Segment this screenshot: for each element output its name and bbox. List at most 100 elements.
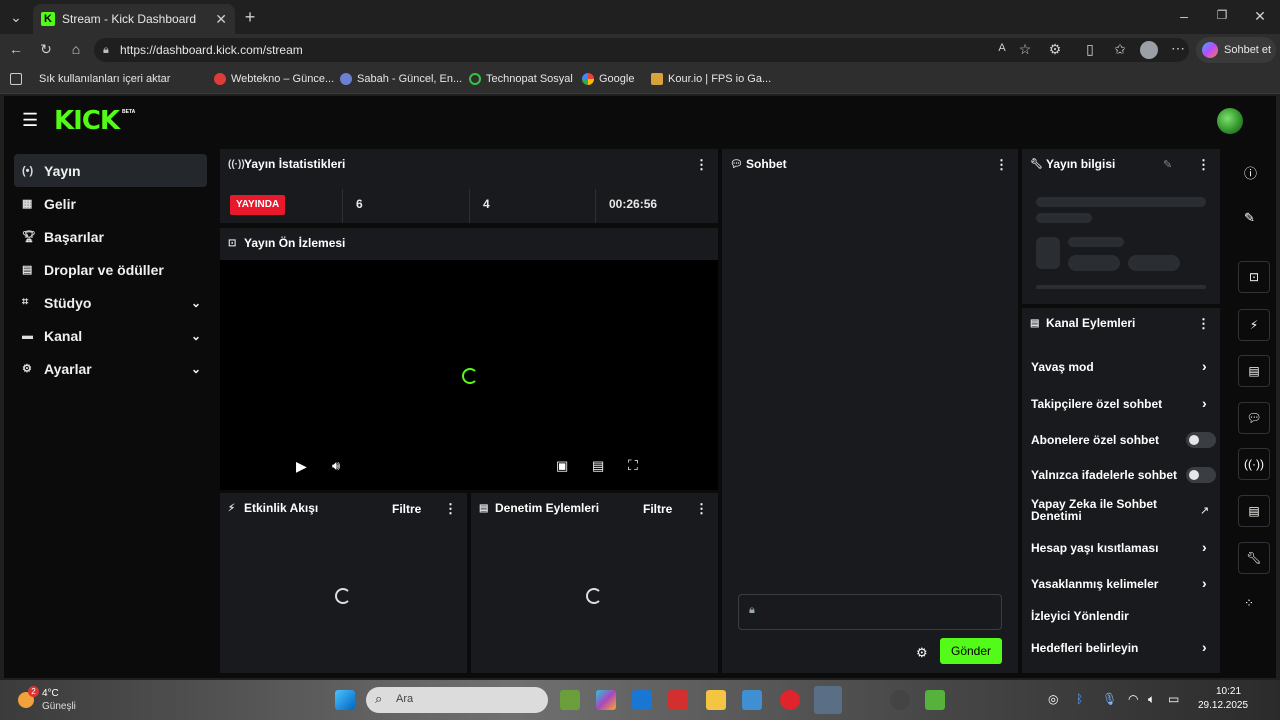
microphone-icon[interactable]: 🎙︎ — [1102, 692, 1117, 706]
rail-stream-info-button[interactable]: 🔧︎ — [1238, 542, 1270, 574]
refresh-icon[interactable]: ↻ — [36, 41, 56, 58]
tab-list-chevron-icon[interactable]: ⌄ — [6, 9, 26, 26]
speaker-icon[interactable]: 🔈︎ — [1148, 692, 1155, 707]
close-tab-icon[interactable]: ✕ — [215, 11, 227, 28]
picture-in-picture-icon[interactable]: ▣ — [556, 458, 568, 474]
sidebar-item-ayarlar[interactable]: ⚙ Ayarlar ⌄ — [14, 352, 207, 385]
rail-chat-button[interactable]: 💬︎ — [1238, 402, 1270, 434]
set-goals-item[interactable]: Hedefleri belirleyin — [1031, 641, 1138, 655]
more-menu-icon[interactable]: ⋯ — [1168, 40, 1188, 57]
activity-filter-button[interactable]: Filtre — [392, 502, 421, 516]
edit-icon[interactable]: ✎ — [1244, 210, 1255, 226]
sidebar-item-basarilar[interactable]: 🏆︎ Başarılar — [14, 220, 207, 253]
game-icon[interactable] — [925, 690, 945, 710]
rail-stats-button[interactable]: ((·)) — [1238, 448, 1270, 480]
rail-preview-button[interactable]: ⊡ — [1238, 261, 1270, 293]
edge-browser-icon[interactable] — [814, 686, 842, 714]
chevron-right-icon[interactable]: › — [1202, 395, 1207, 411]
play-icon[interactable]: ▶ — [296, 458, 307, 475]
channel-actions-more-icon[interactable]: ⋮ — [1197, 316, 1210, 332]
chat-settings-gear-icon[interactable]: ⚙ — [916, 645, 928, 661]
bookmark-google[interactable]: Google — [582, 73, 634, 85]
back-icon[interactable]: ← — [6, 41, 26, 57]
steam-icon[interactable] — [890, 690, 910, 710]
fullscreen-icon[interactable]: ⛶ — [628, 457, 638, 474]
ai-moderation-item[interactable]: Yapay Zeka ile Sohbet Denetimi — [1031, 498, 1171, 522]
slow-mode-item[interactable]: Yavaş mod — [1031, 360, 1094, 374]
raid-viewers-item[interactable]: İzleyici Yönlendir — [1031, 609, 1129, 623]
chat-input[interactable]: 🔒︎ — [738, 594, 1002, 630]
chat-more-icon[interactable]: ⋮ — [995, 157, 1008, 173]
chevron-right-icon[interactable]: › — [1202, 639, 1207, 655]
banned-words-item[interactable]: Yasaklanmış kelimeler — [1031, 577, 1158, 591]
minimize-icon[interactable]: – — [1174, 8, 1194, 24]
stats-more-icon[interactable]: ⋮ — [695, 157, 708, 173]
followers-only-item[interactable]: Takipçilere özel sohbet — [1031, 397, 1162, 411]
external-link-icon[interactable]: ↗ — [1200, 504, 1209, 517]
read-aloud-icon[interactable]: A — [992, 42, 1012, 54]
bookmarks-bar: Sık kullanılanları içeri aktar Webtekno … — [0, 66, 1280, 94]
wifi-icon[interactable]: ◠ — [1128, 692, 1138, 706]
file-explorer-icon[interactable] — [706, 690, 726, 710]
moderation-more-icon[interactable]: ⋮ — [695, 501, 708, 517]
copilot-app-icon[interactable] — [596, 690, 616, 710]
chevron-right-icon[interactable]: › — [1202, 539, 1207, 555]
close-window-icon[interactable]: ✕ — [1250, 8, 1270, 25]
bookmark-import-favorites[interactable]: Sık kullanılanları içeri aktar — [10, 73, 170, 85]
sidebar-item-kanal[interactable]: ▬ Kanal ⌄ — [14, 319, 207, 352]
volume-icon[interactable]: 🔊︎ — [332, 458, 340, 474]
rail-activity-button[interactable]: ⚡︎ — [1238, 309, 1270, 341]
stream-info-more-icon[interactable]: ⋮ — [1197, 157, 1210, 173]
bookmark-webtekno[interactable]: Webtekno – Günce... — [214, 73, 334, 85]
more-widgets-icon[interactable]: ⁘ — [1244, 596, 1254, 610]
new-tab-button[interactable]: + — [240, 7, 260, 28]
sidebar-item-gelir[interactable]: ▦ Gelir — [14, 187, 207, 220]
extensions-icon[interactable]: ⚙ — [1045, 41, 1065, 58]
clock-time[interactable]: 10:21 — [1216, 686, 1241, 697]
moderation-filter-button[interactable]: Filtre — [643, 502, 672, 516]
photos-icon[interactable] — [742, 690, 762, 710]
split-screen-icon[interactable]: ▯ — [1080, 41, 1100, 58]
battery-icon[interactable]: ▭ — [1168, 692, 1179, 706]
video-player[interactable]: ▶ 🔊︎ ▣ ▤ ⛶ — [220, 260, 718, 490]
taskbar-search[interactable]: ⌕ Ara — [366, 687, 548, 713]
account-age-item[interactable]: Hesap yaşı kısıtlaması — [1031, 541, 1158, 555]
rail-channel-actions-button[interactable]: ▤ — [1238, 495, 1270, 527]
subscribers-only-toggle[interactable] — [1186, 432, 1216, 448]
theater-mode-icon[interactable]: ▤ — [592, 458, 604, 474]
kick-logo[interactable]: KICK — [54, 106, 120, 136]
browser-tab-active[interactable]: K Stream - Kick Dashboard ✕ — [33, 4, 235, 34]
app-l-icon[interactable] — [668, 690, 688, 710]
info-icon[interactable]: ⓘ — [1244, 163, 1257, 182]
favorites-icon[interactable]: ✩ — [1110, 41, 1130, 58]
minecraft-icon[interactable] — [560, 690, 580, 710]
send-button[interactable]: Gönder — [940, 638, 1002, 664]
copilot-button[interactable]: Sohbet et — [1196, 37, 1276, 63]
chevron-right-icon[interactable]: › — [1202, 358, 1207, 374]
opera-icon[interactable] — [780, 690, 800, 710]
weather-widget[interactable]: 2 4°C Güneşli — [16, 686, 96, 714]
rail-log-button[interactable]: ▤ — [1238, 355, 1270, 387]
windows-start-icon[interactable] — [335, 690, 355, 710]
emote-only-toggle[interactable] — [1186, 467, 1216, 483]
home-icon[interactable]: ⌂ — [66, 41, 86, 57]
profile-avatar[interactable] — [1140, 41, 1158, 59]
user-avatar[interactable] — [1217, 108, 1243, 134]
bookmark-technopat[interactable]: Technopat Sosyal — [469, 73, 573, 85]
edit-pencil-icon[interactable]: ✎ — [1163, 158, 1172, 171]
follower-count: 4 — [483, 197, 490, 211]
clock-date[interactable]: 29.12.2025 — [1198, 700, 1248, 711]
bluetooth-icon[interactable]: ᛒ — [1076, 692, 1083, 706]
sidebar-item-droplar[interactable]: ▤ Droplar ve ödüller — [14, 253, 207, 286]
chevron-right-icon[interactable]: › — [1202, 575, 1207, 591]
store-icon[interactable] — [632, 690, 652, 710]
maximize-icon[interactable]: ❐ — [1212, 8, 1232, 22]
bookmark-kour[interactable]: Kour.io | FPS io Ga... — [651, 73, 771, 85]
tray-obs-icon[interactable]: ◎ — [1048, 692, 1058, 706]
hamburger-menu-icon[interactable]: ☰ — [22, 110, 38, 131]
favorite-star-icon[interactable]: ☆ — [1015, 41, 1035, 58]
activity-more-icon[interactable]: ⋮ — [444, 501, 457, 517]
bookmark-sabah[interactable]: Sabah - Güncel, En... — [340, 73, 462, 85]
sidebar-item-yayin[interactable]: (•) Yayın — [14, 154, 207, 187]
sidebar-item-studyo[interactable]: ⌗ Stüdyo ⌄ — [14, 286, 207, 319]
